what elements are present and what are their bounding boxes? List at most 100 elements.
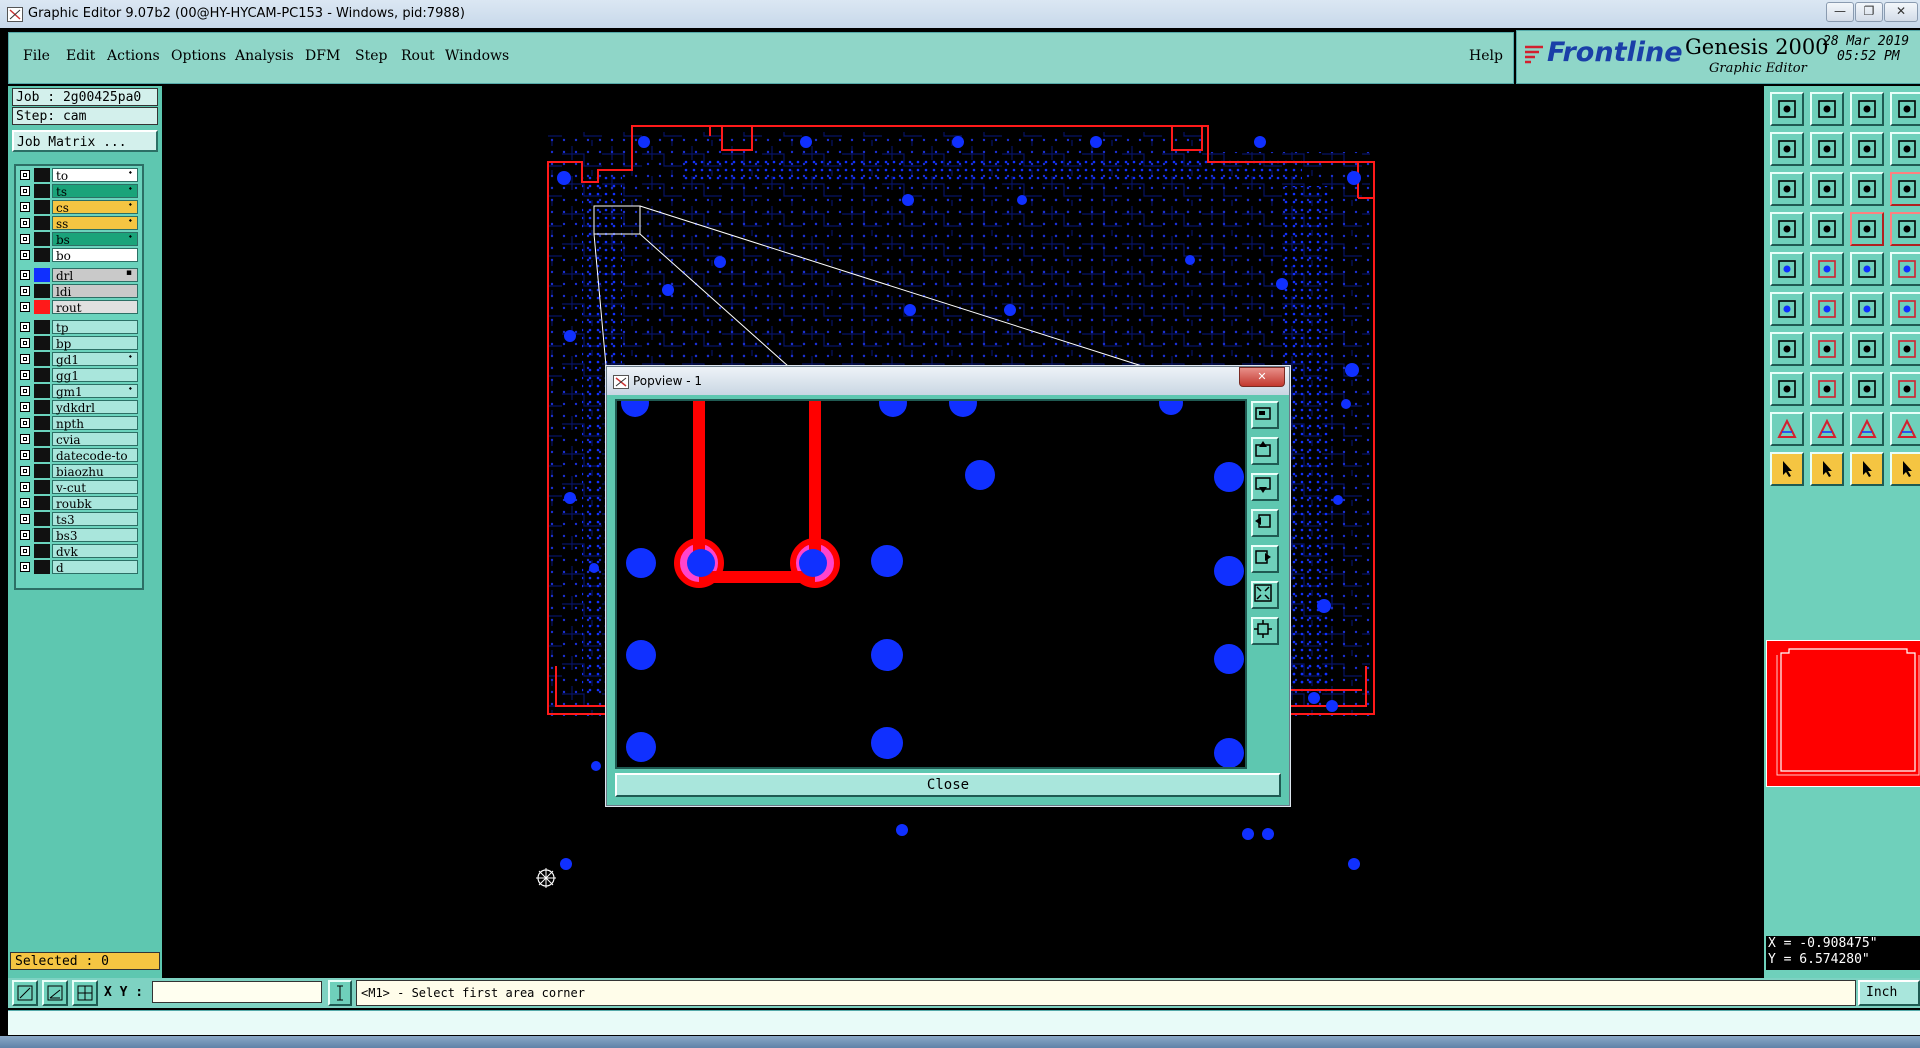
edge-button[interactable]	[1890, 292, 1920, 326]
layer-checkbox[interactable]	[20, 302, 30, 312]
popview-zoom-home-button[interactable]	[1251, 401, 1279, 429]
select-net-button[interactable]	[1770, 292, 1804, 326]
layer-name[interactable]: ss	[52, 216, 138, 231]
overview-map[interactable]	[1766, 640, 1920, 787]
layer-name[interactable]: datecode-to	[52, 448, 138, 463]
layer-color-swatch[interactable]	[34, 368, 50, 382]
layer-row[interactable]: bo	[18, 248, 138, 263]
layer-color-swatch[interactable]	[34, 284, 50, 298]
place-button[interactable]	[1770, 372, 1804, 406]
layer-color-swatch[interactable]	[34, 480, 50, 494]
layer-name[interactable]: rout	[52, 300, 138, 315]
layer-color-swatch[interactable]	[34, 464, 50, 478]
layer-color-swatch[interactable]	[34, 232, 50, 246]
grid-mode-button[interactable]	[72, 980, 98, 1006]
popview-pan-right-button[interactable]	[1251, 545, 1279, 573]
popview-zoom-in-button[interactable]	[1251, 581, 1279, 609]
layer-color-swatch[interactable]	[34, 512, 50, 526]
layer-color-swatch[interactable]	[34, 448, 50, 462]
layer-name[interactable]: bp	[52, 336, 138, 351]
layer-row[interactable]: tp	[18, 320, 138, 335]
layer-checkbox[interactable]	[20, 386, 30, 396]
xy-input[interactable]	[152, 981, 322, 1003]
layer-row[interactable]: bs ⬩	[18, 232, 138, 247]
copy-button[interactable]	[1890, 372, 1920, 406]
triangle-red-button[interactable]	[1890, 412, 1920, 446]
layer-row[interactable]: d	[18, 560, 138, 575]
pad-button[interactable]	[1770, 252, 1804, 286]
triangle-button[interactable]	[1770, 412, 1804, 446]
menu-file[interactable]: File	[23, 48, 50, 64]
layer-color-swatch[interactable]	[34, 268, 50, 282]
resize-button[interactable]	[1850, 372, 1884, 406]
layer-checkbox[interactable]	[20, 466, 30, 476]
delta-button[interactable]	[1810, 412, 1844, 446]
measure-button[interactable]	[1770, 212, 1804, 246]
layer-color-swatch[interactable]	[34, 384, 50, 398]
layer-row[interactable]: ts ⬩	[18, 184, 138, 199]
layer-row[interactable]: ldi	[18, 284, 138, 299]
layer-row[interactable]: bp	[18, 336, 138, 351]
popview-close-button[interactable]: Close	[615, 773, 1281, 797]
triangle-alt-button[interactable]	[1850, 412, 1884, 446]
drill-button[interactable]	[1810, 252, 1844, 286]
select-button[interactable]	[1810, 452, 1844, 486]
layer-color-swatch[interactable]	[34, 560, 50, 574]
layer-row[interactable]: bs3	[18, 528, 138, 543]
layer-name[interactable]: gg1	[52, 368, 138, 383]
layer-checkbox[interactable]	[20, 218, 30, 228]
layer-row[interactable]: datecode-to	[18, 448, 138, 463]
layer-color-swatch[interactable]	[34, 336, 50, 350]
snap-mode-button[interactable]	[12, 980, 38, 1006]
layer-checkbox[interactable]	[20, 202, 30, 212]
minimize-button[interactable]: —	[1826, 2, 1854, 22]
layer-name[interactable]: ldi	[52, 284, 138, 299]
layer-row[interactable]: ydkdrl	[18, 400, 138, 415]
layer-row[interactable]: npth	[18, 416, 138, 431]
popview-pan-up-button[interactable]	[1251, 437, 1279, 465]
layer-row[interactable]: roubk	[18, 496, 138, 511]
popview-canvas[interactable]	[615, 399, 1247, 769]
layer-row[interactable]: dvk	[18, 544, 138, 559]
layer-name[interactable]: ts3	[52, 512, 138, 527]
layer-color-swatch[interactable]	[34, 320, 50, 334]
layer-name[interactable]: gd1	[52, 352, 138, 367]
layer-row[interactable]: ts3	[18, 512, 138, 527]
layer-checkbox[interactable]	[20, 270, 30, 280]
export-button[interactable]	[1810, 132, 1844, 166]
layer-color-swatch[interactable]	[34, 544, 50, 558]
compare-button[interactable]	[1850, 132, 1884, 166]
layer-checkbox[interactable]	[20, 322, 30, 332]
layer-name[interactable]: bo	[52, 248, 138, 263]
units-selector[interactable]: Inch	[1858, 980, 1920, 1006]
save-button[interactable]	[1810, 92, 1844, 126]
layer-name[interactable]: v-cut	[52, 480, 138, 495]
layer-color-swatch[interactable]	[34, 496, 50, 510]
layer-color-swatch[interactable]	[34, 528, 50, 542]
layer-name[interactable]: cs	[52, 200, 138, 215]
menu-analysis[interactable]: Analysis	[235, 48, 294, 64]
layer-row[interactable]: cs ⬩	[18, 200, 138, 215]
menu-step[interactable]: Step	[355, 48, 387, 64]
layer-name[interactable]: dvk	[52, 544, 138, 559]
select-alt-button[interactable]	[1850, 452, 1884, 486]
snap-button[interactable]	[1890, 132, 1920, 166]
arc-button[interactable]	[1850, 332, 1884, 366]
layer-color-swatch[interactable]	[34, 432, 50, 446]
layer-checkbox[interactable]	[20, 418, 30, 428]
menu-actions[interactable]: Actions	[107, 48, 160, 64]
menu-dfm[interactable]: DFM	[305, 48, 340, 64]
layer-color-swatch[interactable]	[34, 168, 50, 182]
probe-button[interactable]	[1810, 212, 1844, 246]
layer-checkbox[interactable]	[20, 434, 30, 444]
layer-checkbox[interactable]	[20, 286, 30, 296]
layer-checkbox[interactable]	[20, 250, 30, 260]
pan-button[interactable]	[1810, 172, 1844, 206]
layer-row[interactable]: ss ⬩	[18, 216, 138, 231]
popview-title-bar[interactable]: Popview - 1 ✕	[607, 367, 1289, 395]
layer-checkbox[interactable]	[20, 170, 30, 180]
menu-options[interactable]: Options	[171, 48, 226, 64]
layer-row[interactable]: to ⬩	[18, 168, 138, 183]
layer-checkbox[interactable]	[20, 546, 30, 556]
layer-checkbox[interactable]	[20, 354, 30, 364]
